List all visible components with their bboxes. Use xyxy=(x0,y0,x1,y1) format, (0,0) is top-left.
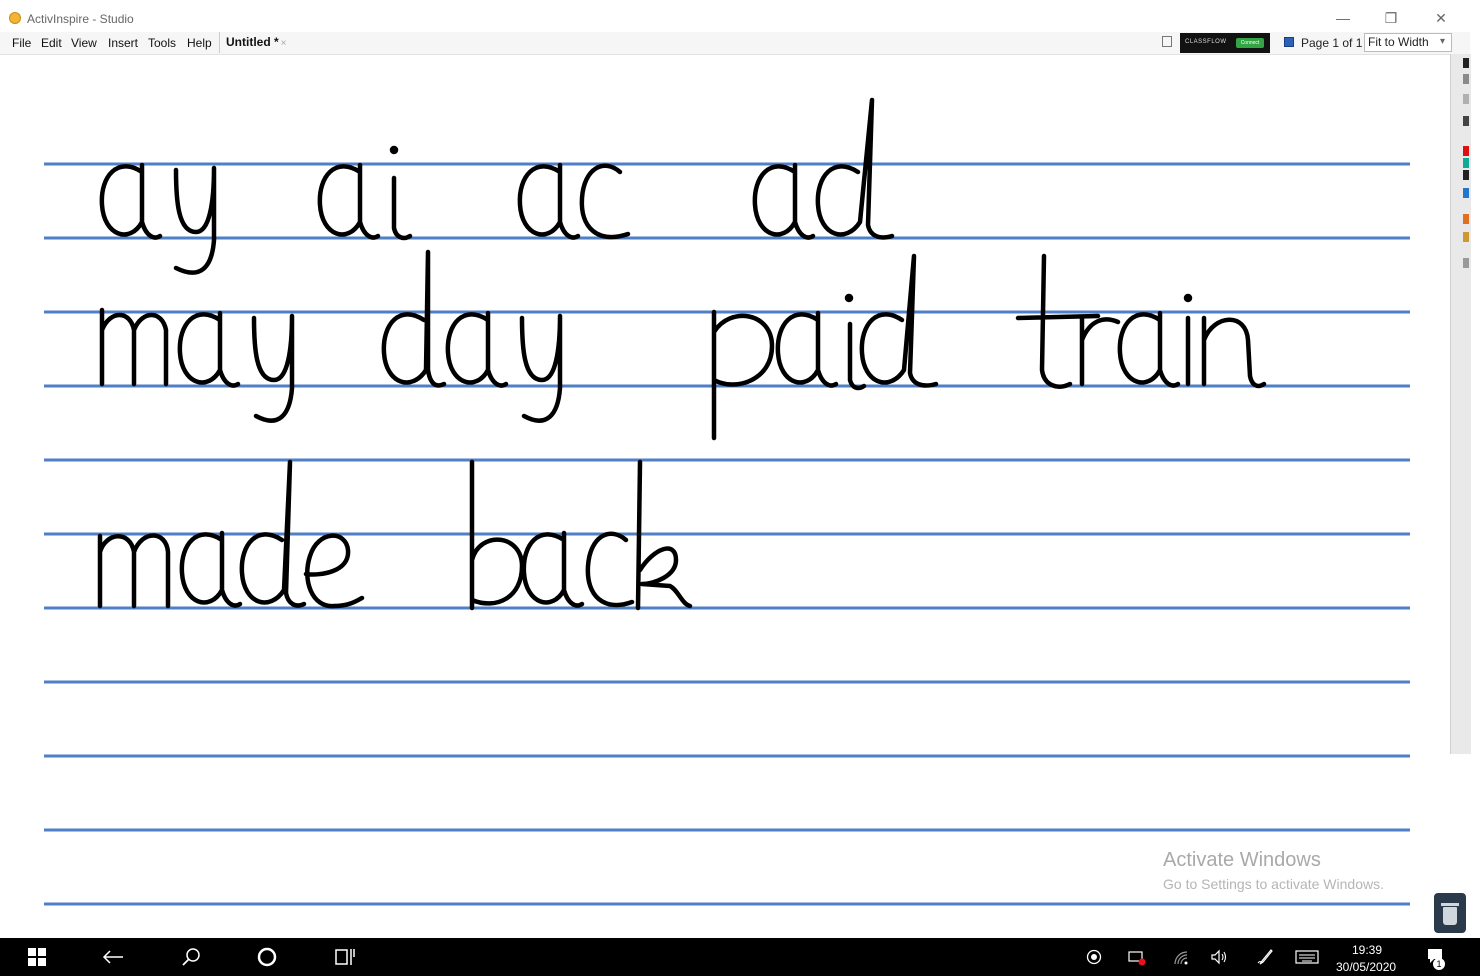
chevron-down-icon[interactable]: ▾ xyxy=(1440,36,1445,47)
volume-icon[interactable] xyxy=(1208,938,1230,976)
clock-date[interactable]: 30/05/2020 xyxy=(1336,960,1396,974)
tool-icon[interactable] xyxy=(1463,94,1469,104)
scroll-thumb[interactable] xyxy=(1463,258,1469,268)
grid-icon[interactable] xyxy=(1162,36,1172,47)
classflow-label: CLASSFLOW xyxy=(1185,39,1227,45)
menu-insert[interactable]: Insert xyxy=(108,36,138,50)
task-view-icon[interactable] xyxy=(330,938,360,976)
flipchart-page xyxy=(44,97,1410,906)
handwritten-dot-ai xyxy=(389,145,399,155)
taskbar: 19:39 30/05/2020 1 xyxy=(0,938,1480,976)
wifi-icon[interactable] xyxy=(1170,938,1192,976)
tool-strip xyxy=(1450,54,1471,754)
menu-edit[interactable]: Edit xyxy=(41,36,62,50)
page-icon xyxy=(1284,37,1294,47)
handwritten-dot-paid xyxy=(844,293,854,303)
search-icon[interactable] xyxy=(176,938,206,976)
activate-windows-subtitle: Go to Settings to activate Windows. xyxy=(1163,876,1384,892)
menu-bar: File Edit View Insert Tools Help Untitle… xyxy=(0,32,1470,55)
close-button[interactable]: ✕ xyxy=(1426,8,1456,28)
activinspire-logo-icon xyxy=(9,12,21,24)
back-arrow-icon[interactable] xyxy=(98,938,128,976)
menu-help[interactable]: Help xyxy=(187,36,212,50)
clock-time[interactable]: 19:39 xyxy=(1352,943,1382,957)
keyboard-icon[interactable] xyxy=(1294,938,1320,976)
network-error-icon[interactable] xyxy=(1126,938,1148,976)
minimize-button[interactable]: — xyxy=(1328,8,1358,28)
pen-tool-icon[interactable] xyxy=(1463,116,1469,126)
classflow-connect-button[interactable]: Connect xyxy=(1236,38,1264,48)
trash-bin-icon[interactable] xyxy=(1434,893,1466,933)
handwritten-word-train xyxy=(1015,253,1267,389)
cortana-circle-icon[interactable] xyxy=(252,938,282,976)
ruled-lines xyxy=(44,162,1410,906)
pen-icon[interactable] xyxy=(1254,938,1276,976)
black-color-icon[interactable] xyxy=(1463,170,1469,180)
handwritten-dot-train xyxy=(1183,293,1193,303)
handwritten-word-ac xyxy=(517,162,631,240)
zoom-select[interactable]: Fit to Width xyxy=(1364,33,1452,52)
handwritten-word-paid xyxy=(711,253,939,441)
window-title: ActivInspire - Studio xyxy=(27,12,134,26)
menu-file[interactable]: File xyxy=(12,36,31,50)
menu-tools[interactable]: Tools xyxy=(148,36,176,50)
maximize-button[interactable]: ❐ xyxy=(1376,8,1406,28)
blue-tool-icon[interactable] xyxy=(1463,188,1469,198)
document-tab[interactable]: Untitled * × xyxy=(219,32,293,53)
tool-icon[interactable] xyxy=(1463,74,1469,84)
title-bar: ActivInspire - Studio — ❐ ✕ xyxy=(0,0,1480,32)
notification-badge: 1 xyxy=(1433,958,1445,970)
tool-handle-icon[interactable] xyxy=(1463,58,1469,68)
red-color-icon[interactable] xyxy=(1463,146,1469,156)
page-indicator: Page 1 of 1 xyxy=(1301,36,1363,50)
handwritten-word-may xyxy=(99,307,295,423)
flipchart-canvas[interactable] xyxy=(0,54,1448,938)
trash-lid-icon xyxy=(1441,903,1459,906)
notification-icon[interactable] xyxy=(1423,938,1447,976)
handwritten-word-day xyxy=(381,249,563,423)
tab-close-icon[interactable]: × xyxy=(281,38,287,49)
highlighter-tool-icon[interactable] xyxy=(1463,232,1469,242)
windows-start-icon[interactable] xyxy=(22,938,52,976)
orange-tool-icon[interactable] xyxy=(1463,214,1469,224)
teal-color-icon[interactable] xyxy=(1463,158,1469,168)
handwritten-word-ad xyxy=(752,97,895,240)
menu-view[interactable]: View xyxy=(71,36,97,50)
handwritten-word-ai xyxy=(317,162,413,241)
classflow-button[interactable]: CLASSFLOW Connect xyxy=(1180,33,1270,53)
activate-windows-title: Activate Windows xyxy=(1163,849,1321,871)
record-icon[interactable] xyxy=(1083,938,1105,976)
trash-body-icon xyxy=(1443,907,1457,925)
document-tab-label: Untitled * xyxy=(226,35,279,49)
handwritten-word-ay xyxy=(99,162,217,275)
